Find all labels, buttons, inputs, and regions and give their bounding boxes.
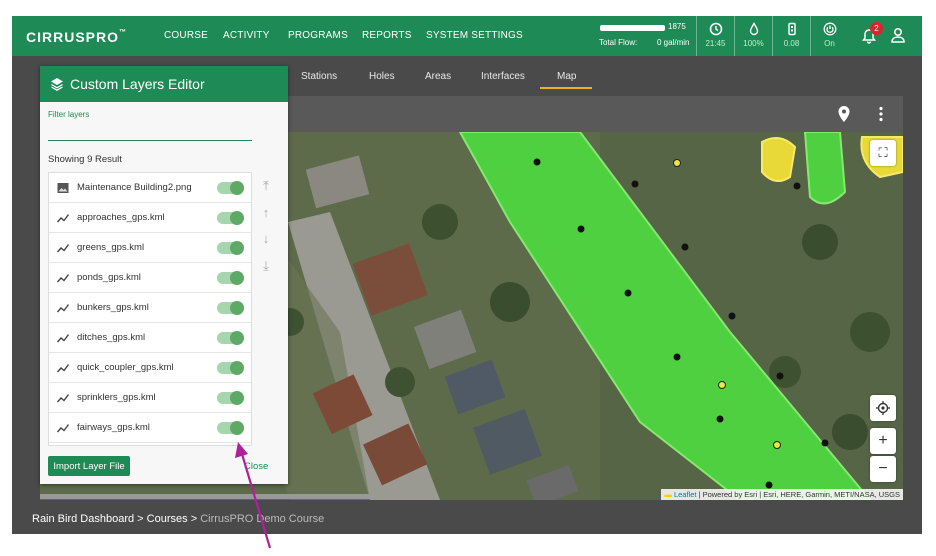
layer-visibility-toggle[interactable] xyxy=(217,211,244,225)
layer-visibility-toggle[interactable] xyxy=(217,301,244,315)
import-layer-button[interactable]: Import Layer File xyxy=(48,456,130,476)
water-value: 100% xyxy=(743,39,764,48)
layer-visibility-toggle[interactable] xyxy=(217,361,244,375)
zoom-in-button[interactable]: + xyxy=(870,428,896,454)
active-tab-indicator xyxy=(540,87,592,89)
layer-row[interactable]: bunkers_gps.kml xyxy=(49,293,251,323)
annotation-arrow xyxy=(235,442,272,549)
move-bottom-button[interactable]: ⤓ xyxy=(259,259,273,273)
layer-row[interactable]: greens_gps.kml xyxy=(49,233,251,263)
layer-name: greens_gps.kml xyxy=(77,242,145,253)
flow-bar xyxy=(600,25,665,31)
zoom-out-button[interactable]: − xyxy=(870,456,896,482)
layer-name: ponds_gps.kml xyxy=(77,272,141,283)
breadcrumb: Rain Bird Dashboard > Courses > CirrusPR… xyxy=(32,513,325,525)
map-attribution: ▬ Leaflet | Powered by Esri | Esri, HERE… xyxy=(661,489,903,500)
app-logo[interactable]: CIRRUSPRO™ xyxy=(26,29,127,45)
flow-value: 0 gal/min xyxy=(657,38,690,47)
layer-row[interactable]: fairways_gps.kml xyxy=(49,413,251,443)
power-stat[interactable]: On xyxy=(810,16,848,56)
nav-course[interactable]: COURSE xyxy=(164,30,208,41)
top-navbar: CIRRUSPRO™ COURSE ACTIVITY PROGRAMS REPO… xyxy=(12,16,922,56)
polyline-icon xyxy=(57,424,69,433)
polyline-icon xyxy=(57,334,69,343)
tab-holes[interactable]: Holes xyxy=(369,71,395,82)
panel-header: Custom Layers Editor xyxy=(40,66,288,102)
result-count: Showing 9 Result xyxy=(48,154,122,165)
layer-row[interactable]: Maintenance Building2.png xyxy=(49,173,251,203)
layer-row[interactable]: quick_coupler_gps.kml xyxy=(49,353,251,383)
tab-areas[interactable]: Areas xyxy=(425,71,451,82)
gauge-value: 0.08 xyxy=(783,39,800,48)
layer-name: Maintenance Building2.png xyxy=(77,182,192,193)
locate-button[interactable] xyxy=(870,395,896,421)
breadcrumb-dashboard[interactable]: Rain Bird Dashboard xyxy=(32,513,134,525)
layer-row[interactable]: ponds_gps.kml xyxy=(49,263,251,293)
fullscreen-button[interactable]: ⛶ xyxy=(870,140,896,166)
layer-row[interactable]: ditches_gps.kml xyxy=(49,323,251,353)
layers-icon xyxy=(51,78,63,91)
clock-value: 21:45 xyxy=(705,39,726,48)
water-drop-icon xyxy=(749,22,758,36)
move-top-button[interactable]: ⤒ xyxy=(259,179,273,193)
polyline-icon xyxy=(57,274,69,283)
layer-name: quick_coupler_gps.kml xyxy=(77,362,174,373)
layer-name: bunkers_gps.kml xyxy=(77,302,149,313)
power-icon xyxy=(823,22,836,36)
total-flow-widget[interactable]: 1875 Total Flow: 0 gal/min xyxy=(597,19,695,53)
panel-title: Custom Layers Editor xyxy=(70,76,205,92)
leaflet-link[interactable]: Leaflet xyxy=(674,490,697,499)
layer-visibility-toggle[interactable] xyxy=(217,271,244,285)
custom-layers-editor: Custom Layers Editor Filter layers Showi… xyxy=(40,66,288,484)
nav-system-settings[interactable]: SYSTEM SETTINGS xyxy=(426,30,523,41)
layer-visibility-toggle[interactable] xyxy=(217,421,244,435)
layer-name: sprinklers_gps.kml xyxy=(77,392,156,403)
layer-visibility-toggle[interactable] xyxy=(217,331,244,345)
polyline-icon xyxy=(57,304,69,313)
polyline-icon xyxy=(57,244,69,253)
image-icon xyxy=(57,183,69,193)
user-icon[interactable] xyxy=(890,27,906,43)
crosshair-icon xyxy=(876,401,890,415)
tab-interfaces[interactable]: Interfaces xyxy=(481,71,525,82)
clock-stat[interactable]: 21:45 xyxy=(696,16,734,56)
flow-total: 1875 xyxy=(668,22,686,31)
polyline-icon xyxy=(57,364,69,373)
gauge-icon xyxy=(787,22,796,36)
clock-icon xyxy=(709,22,722,36)
nav-reports[interactable]: REPORTS xyxy=(362,30,412,41)
tab-map[interactable]: Map xyxy=(557,71,576,82)
tab-stations[interactable]: Stations xyxy=(301,71,337,82)
layer-row[interactable]: sprinklers_gps.kml xyxy=(49,383,251,413)
nav-activity[interactable]: ACTIVITY xyxy=(223,30,270,41)
more-vert-icon[interactable] xyxy=(878,106,884,122)
move-down-button[interactable]: ↓ xyxy=(259,232,273,246)
nav-programs[interactable]: PROGRAMS xyxy=(288,30,348,41)
layer-name: ditches_gps.kml xyxy=(77,332,146,343)
horizontal-scrollbar[interactable] xyxy=(40,494,374,499)
water-stat[interactable]: 100% xyxy=(734,16,772,56)
layer-visibility-toggle[interactable] xyxy=(217,181,244,195)
layer-row[interactable]: approaches_gps.kml xyxy=(49,203,251,233)
breadcrumb-courses[interactable]: Courses xyxy=(147,513,188,525)
layer-name: approaches_gps.kml xyxy=(77,212,165,223)
flow-label: Total Flow: xyxy=(599,38,638,47)
map-pin-icon[interactable] xyxy=(837,105,851,123)
polyline-icon xyxy=(57,214,69,223)
notification-badge: 2 xyxy=(870,22,883,35)
gauge-stat[interactable]: 0.08 xyxy=(772,16,810,56)
move-up-button[interactable]: ↑ xyxy=(259,206,273,220)
layer-name: fairways_gps.kml xyxy=(77,422,150,433)
filter-label: Filter layers xyxy=(48,110,90,119)
polyline-icon xyxy=(57,394,69,403)
layer-visibility-toggle[interactable] xyxy=(217,391,244,405)
power-value: On xyxy=(824,39,835,48)
filter-layers-input[interactable] xyxy=(48,123,252,141)
layer-list: Maintenance Building2.png approaches_gps.… xyxy=(48,172,252,446)
layer-visibility-toggle[interactable] xyxy=(217,241,244,255)
